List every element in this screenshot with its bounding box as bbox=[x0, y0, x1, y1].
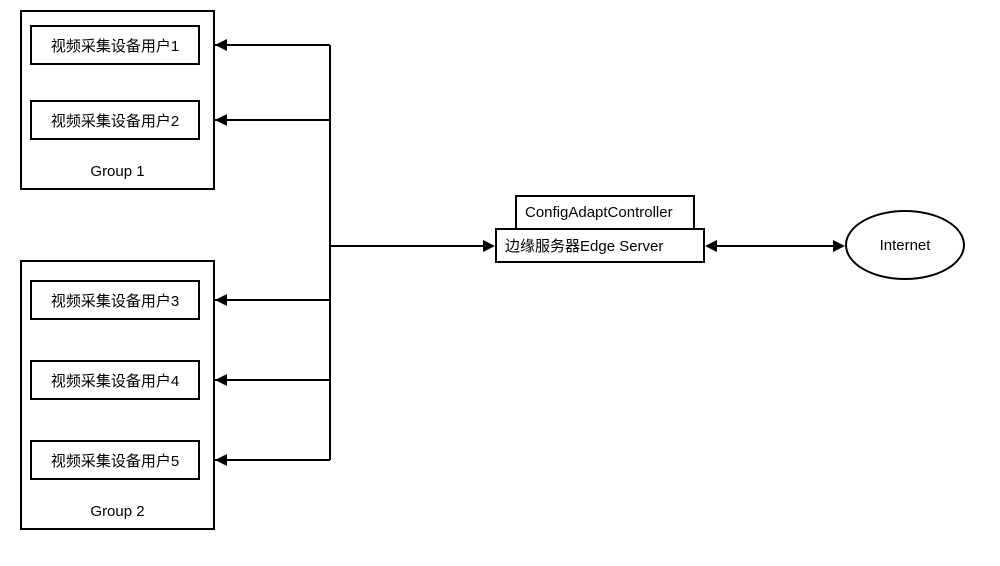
user-label-5: 视频采集设备用户5 bbox=[51, 450, 179, 471]
config-controller-box: ConfigAdaptController bbox=[515, 195, 695, 230]
user-box-1: 视频采集设备用户1 bbox=[30, 25, 200, 65]
group-2-label: Group 2 bbox=[90, 503, 144, 520]
user-label-2: 视频采集设备用户2 bbox=[51, 110, 179, 131]
group-1-label: Group 1 bbox=[90, 163, 144, 180]
edge-server-label: 边缘服务器Edge Server bbox=[505, 235, 663, 256]
user-box-4: 视频采集设备用户4 bbox=[30, 360, 200, 400]
server-stack: ConfigAdaptController 边缘服务器Edge Server bbox=[495, 195, 705, 263]
internet-label: Internet bbox=[880, 237, 931, 254]
user-label-4: 视频采集设备用户4 bbox=[51, 370, 179, 391]
user-label-1: 视频采集设备用户1 bbox=[51, 35, 179, 56]
user-box-3: 视频采集设备用户3 bbox=[30, 280, 200, 320]
edge-server-box: 边缘服务器Edge Server bbox=[495, 228, 705, 263]
user-label-3: 视频采集设备用户3 bbox=[51, 290, 179, 311]
internet-node: Internet bbox=[845, 210, 965, 280]
config-controller-label: ConfigAdaptController bbox=[525, 204, 673, 221]
user-box-5: 视频采集设备用户5 bbox=[30, 440, 200, 480]
user-box-2: 视频采集设备用户2 bbox=[30, 100, 200, 140]
